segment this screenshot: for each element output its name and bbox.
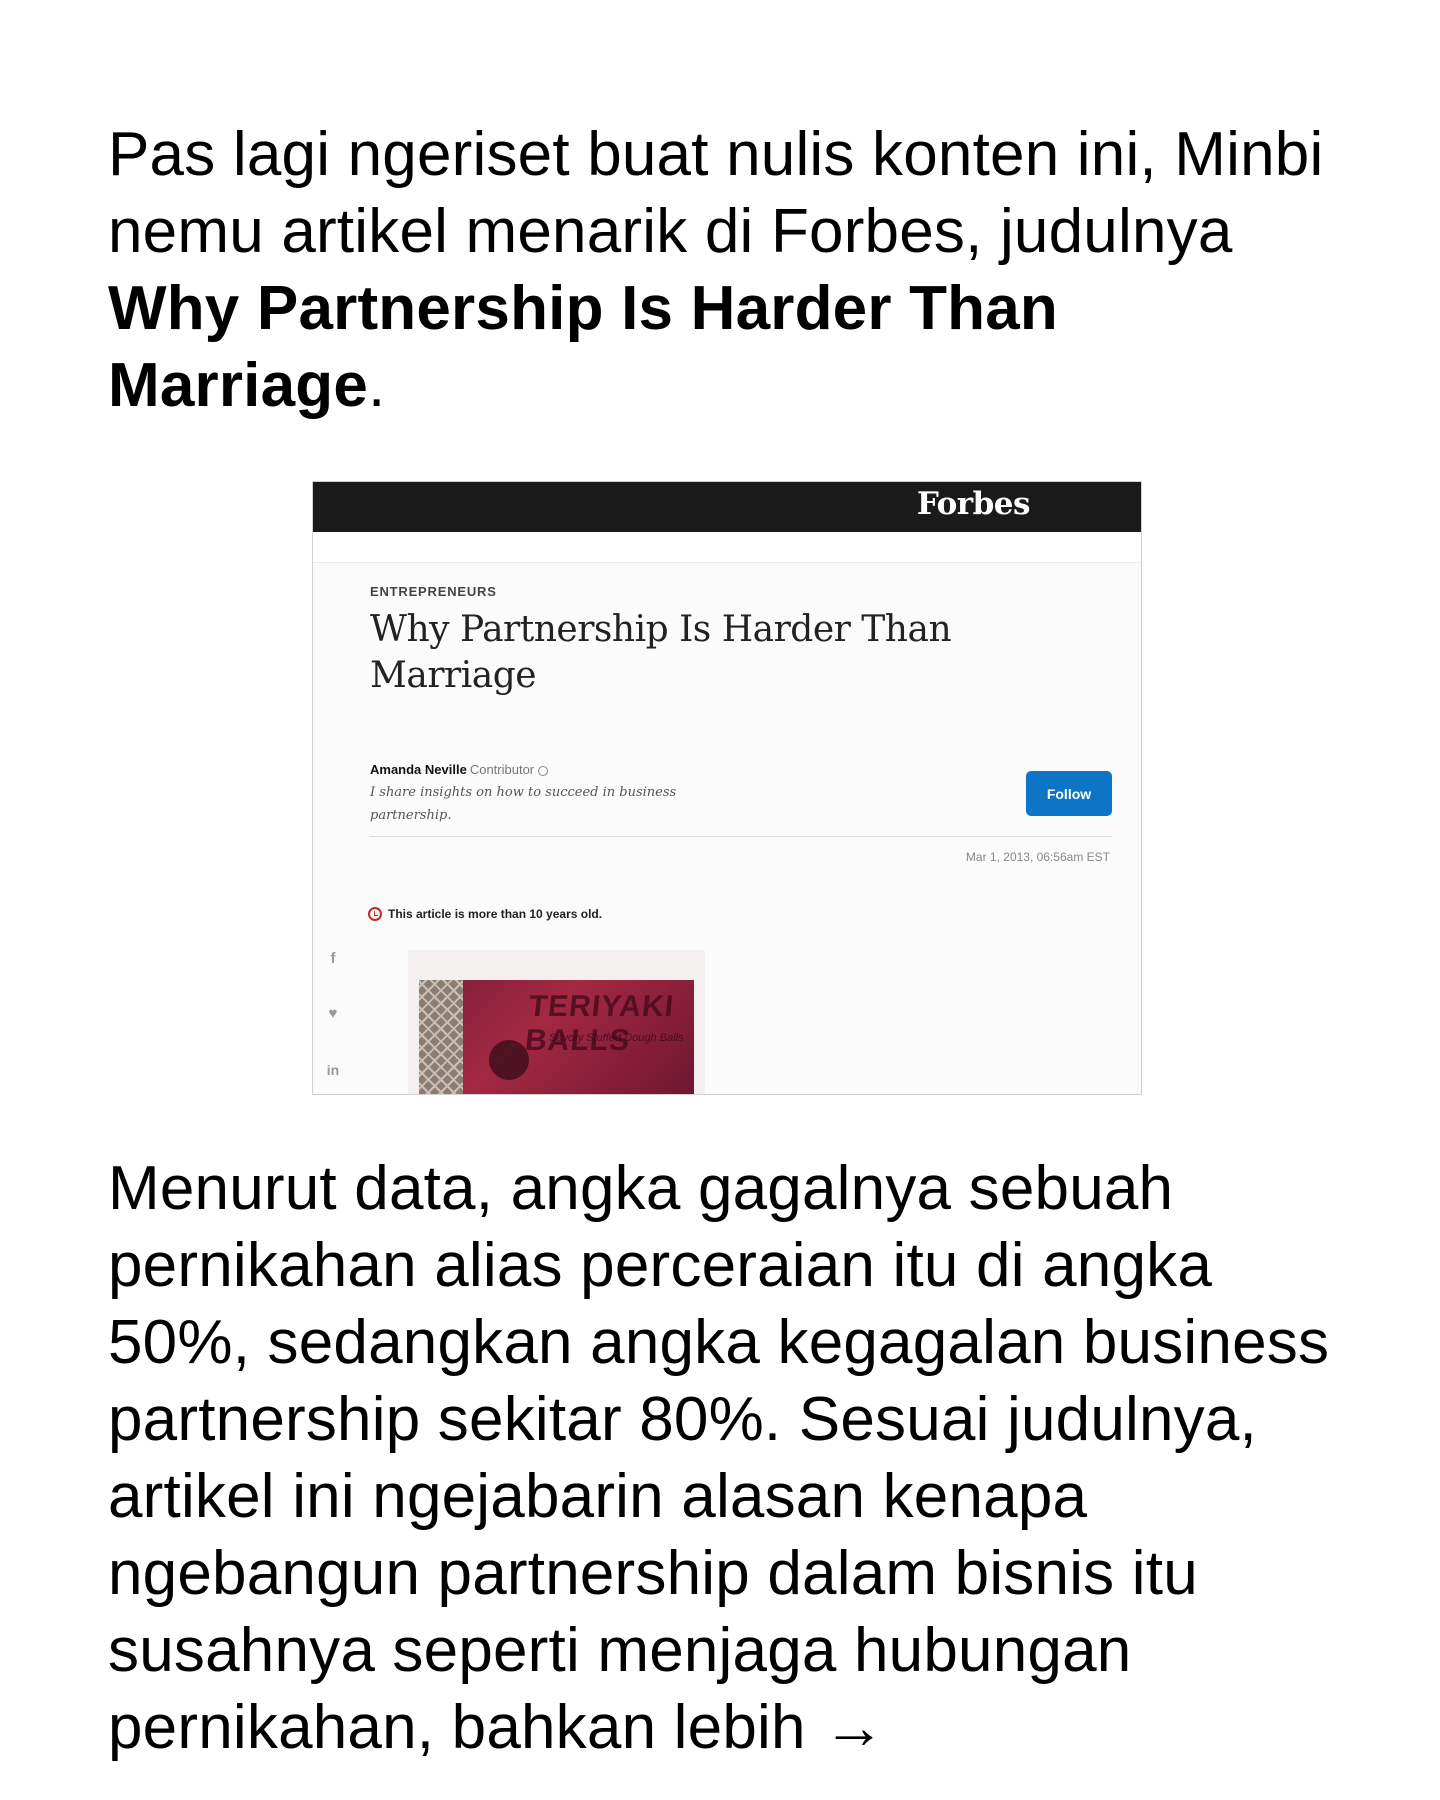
forbes-article-screenshot: Forbes ENTREPRENEURS Why Partnership Is … xyxy=(312,481,1142,1095)
article-image-container: TERIYAKI BALLS Savory Stuffed Dough Ball… xyxy=(408,950,705,1094)
publish-date: Mar 1, 2013, 06:56am EST xyxy=(965,850,1110,864)
intro-article-title: Why Partnership Is Harder Than Marriage xyxy=(108,274,1058,420)
photo-sub-text: Savory Stuffed Dough Balls xyxy=(549,1032,684,1044)
author-role: Contributor xyxy=(469,762,535,777)
twitter-icon[interactable]: ♥ xyxy=(325,1005,341,1022)
verified-icon xyxy=(538,765,549,776)
intro-period: . xyxy=(368,351,386,420)
intro-paragraph: Pas lagi ngeriset buat nulis konten ini,… xyxy=(108,116,1348,424)
body-paragraph: Menurut data, angka gagalnya sebuah pern… xyxy=(108,1154,1330,1762)
article-category[interactable]: ENTREPRENEURS xyxy=(370,584,497,599)
forbes-topbar: Forbes xyxy=(313,482,1141,532)
intro-text: Pas lagi ngeriset buat nulis konten ini,… xyxy=(108,120,1324,266)
article-headline: Why Partnership Is Harder Than Marriage xyxy=(370,609,952,696)
linkedin-icon[interactable]: in xyxy=(325,1062,341,1078)
clock-icon xyxy=(368,907,382,921)
author-name[interactable]: Amanda Neville xyxy=(370,762,467,777)
author-line: Amanda Neville Contributor xyxy=(370,762,549,777)
fence-graphic xyxy=(419,980,463,1094)
forbes-logo[interactable]: Forbes xyxy=(917,486,1031,522)
photo-sign-text: TERIYAKI BALLS xyxy=(523,990,676,1057)
age-notice-text: This article is more than 10 years old. xyxy=(388,907,603,921)
article-image: TERIYAKI BALLS Savory Stuffed Dough Ball… xyxy=(419,980,694,1094)
follow-button[interactable]: Follow xyxy=(1026,771,1112,816)
divider xyxy=(370,836,1112,837)
facebook-icon[interactable]: f xyxy=(325,950,341,967)
age-notice: This article is more than 10 years old. xyxy=(368,907,602,921)
author-bio: I share insights on how to succeed in bu… xyxy=(370,785,677,823)
lamp-graphic xyxy=(489,1040,529,1080)
forbes-subbar xyxy=(313,532,1141,563)
